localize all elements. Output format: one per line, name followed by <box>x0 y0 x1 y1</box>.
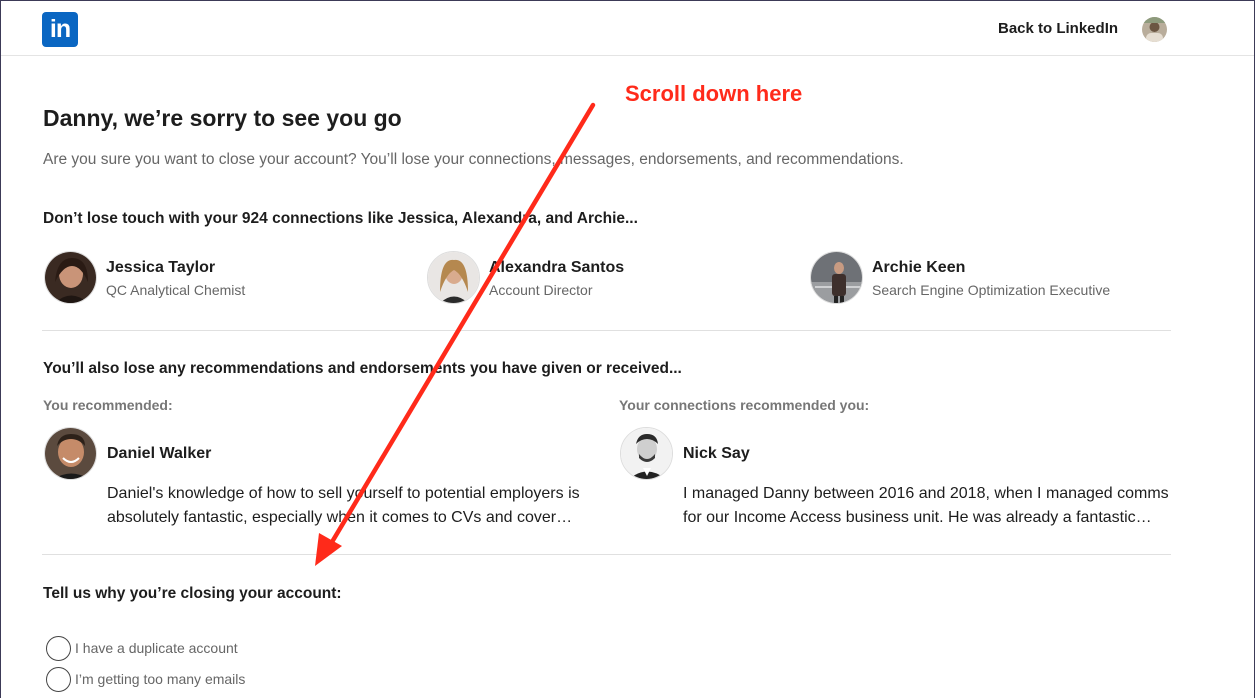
connection-card[interactable]: Archie Keen Search Engine Optimization E… <box>810 251 1170 307</box>
person-photo-icon <box>811 252 862 303</box>
reasons-heading: Tell us why you’re closing your account: <box>43 585 342 602</box>
section-divider <box>42 330 1171 331</box>
recommendation-text-line: for our Income Access business unit. He … <box>683 509 1152 526</box>
connection-title: QC Analytical Chemist <box>106 282 246 298</box>
given-recommendations-label: You recommended: <box>43 397 173 413</box>
page-subtitle: Are you sure you want to close your acco… <box>43 151 904 168</box>
connection-avatar <box>44 251 97 304</box>
recommendation-given-name[interactable]: Daniel Walker <box>107 445 211 463</box>
section-divider <box>42 554 1171 555</box>
recommendations-heading: You’ll also lose any recommendations and… <box>43 360 682 377</box>
page-frame: in Back to LinkedIn Danny, we’re sorry t… <box>0 0 1255 698</box>
connections-heading: Don’t lose touch with your 924 connectio… <box>43 210 638 227</box>
reason-label[interactable]: I’m getting too many emails <box>75 671 245 687</box>
connection-card[interactable]: Alexandra Santos Account Director <box>427 251 757 307</box>
recommendation-text-line: Daniel's knowledge of how to sell yourse… <box>107 485 580 502</box>
recommendation-text-line: absolutely fantastic, especially when it… <box>107 509 573 526</box>
person-photo-icon <box>45 428 96 479</box>
connection-avatar <box>427 251 480 304</box>
connection-name: Alexandra Santos <box>489 259 625 276</box>
reason-label[interactable]: I have a duplicate account <box>75 640 238 656</box>
recommendation-text-line: I managed Danny between 2016 and 2018, w… <box>683 485 1169 502</box>
recommendation-received-text: I managed Danny between 2016 and 2018, w… <box>683 482 1183 530</box>
reason-radio[interactable] <box>46 636 71 661</box>
back-to-linkedin-link[interactable]: Back to LinkedIn <box>998 20 1118 37</box>
connection-title: Search Engine Optimization Executive <box>872 282 1111 298</box>
user-avatar[interactable] <box>1142 17 1167 42</box>
received-recommendations-label: Your connections recommended you: <box>619 397 870 413</box>
page-title: Danny, we’re sorry to see you go <box>43 105 402 131</box>
linkedin-logo[interactable]: in <box>42 12 78 47</box>
recommendation-given-text: Daniel's knowledge of how to sell yourse… <box>107 482 607 530</box>
connection-avatar <box>810 251 863 304</box>
person-photo-icon <box>621 428 672 479</box>
person-photo-icon <box>428 252 479 303</box>
connection-title: Account Director <box>489 282 593 298</box>
recommendation-received-name[interactable]: Nick Say <box>683 445 750 463</box>
connection-name: Archie Keen <box>872 259 966 276</box>
top-header: in Back to LinkedIn <box>1 1 1254 56</box>
annotation-callout: Scroll down here <box>625 81 803 106</box>
avatar-photo-icon <box>1142 17 1167 42</box>
connection-name: Jessica Taylor <box>106 259 216 276</box>
connection-card[interactable]: Jessica Taylor QC Analytical Chemist <box>44 251 374 307</box>
recommender-avatar <box>44 427 97 480</box>
recommender-avatar <box>620 427 673 480</box>
person-photo-icon <box>45 252 96 303</box>
reason-radio[interactable] <box>46 667 71 692</box>
